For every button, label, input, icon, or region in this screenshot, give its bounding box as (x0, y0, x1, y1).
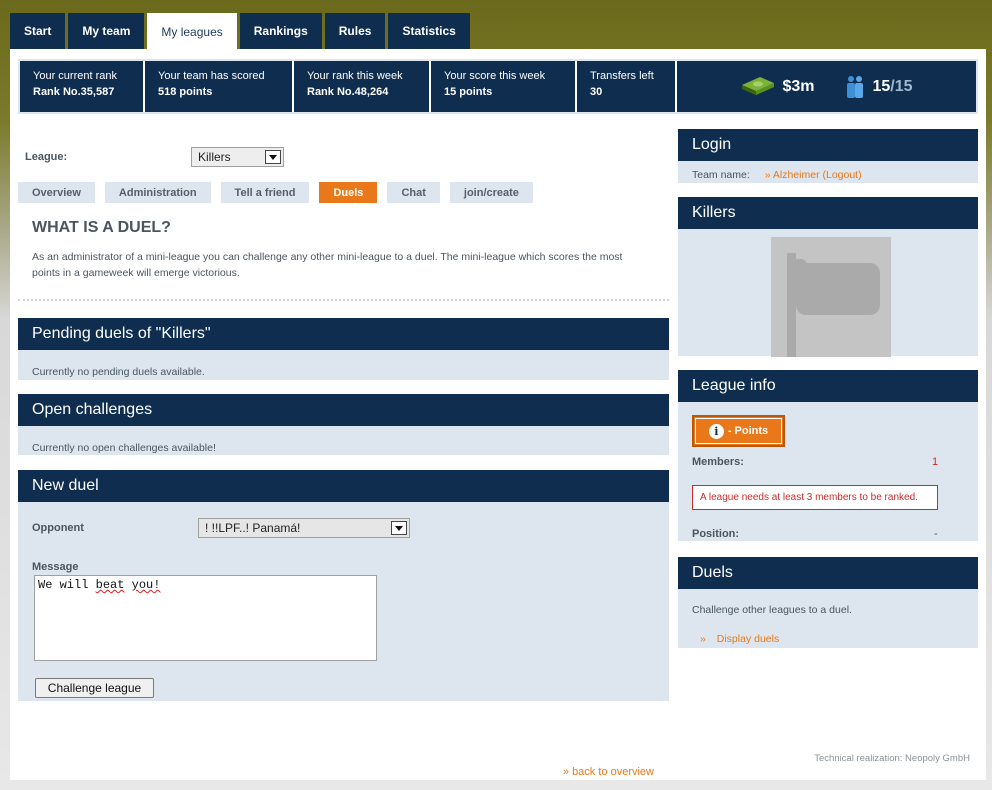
main-container: Your current rank Rank No.35,587 Your te… (10, 49, 986, 780)
points-button[interactable]: i - Points (692, 415, 785, 447)
league-panel-title: Killers (678, 197, 978, 229)
new-duel-title: New duel (18, 470, 669, 502)
week-rank-value: Rank No.48,264 (307, 86, 389, 98)
message-word: We (38, 578, 53, 592)
stats-bar: Your current rank Rank No.35,587 Your te… (18, 59, 978, 114)
team-scored-stat: Your team has scored 518 points (145, 61, 294, 112)
team-name-row: Team name: » Alzheimer (Logout) (692, 169, 862, 181)
subtab-tell-a-friend[interactable]: Tell a friend (220, 182, 310, 203)
league-select[interactable]: Killers (191, 147, 284, 167)
team-scored-value: 518 points (158, 86, 213, 98)
divider (18, 299, 669, 301)
money-stack-icon (742, 76, 775, 95)
tab-my-leagues[interactable]: My leagues (147, 13, 237, 50)
week-score-stat: Your score this week 15 points (431, 61, 577, 112)
league-select-value: Killers (198, 150, 231, 164)
position-value: - (934, 528, 938, 540)
dropdown-arrow-icon (265, 150, 281, 164)
transfers-label: Transfers left (590, 70, 654, 82)
login-panel: Login Team name: » Alzheimer (Logout) (678, 129, 978, 183)
members-value: 1 (932, 456, 939, 468)
players-current: 15 (872, 77, 891, 95)
new-duel-panel: New duel Opponent ! !!LPF..! Panamá! Mes… (18, 470, 669, 701)
technical-realization: Technical realization: Neopoly GmbH (814, 753, 970, 764)
subtab-chat[interactable]: Chat (387, 182, 440, 203)
pending-duels-panel: Pending duels of "Killers" Currently no … (18, 318, 669, 380)
info-icon: i (708, 423, 724, 439)
members-label: Members: (692, 456, 744, 468)
league-panel: Killers (678, 197, 978, 357)
team-scored-label: Your team has scored (158, 70, 265, 82)
subtab-join-create[interactable]: join/create (449, 182, 533, 203)
league-info-title: League info (678, 370, 978, 402)
week-score-label: Your score this week (444, 70, 546, 82)
league-subtabs: Overview Administration Tell a friend Du… (18, 182, 533, 203)
message-word: will (59, 578, 89, 592)
duel-intro-text: As an administrator of a mini-league you… (32, 251, 623, 279)
league-logo-placeholder (771, 237, 891, 357)
open-challenges-text: Currently no open challenges available! (32, 442, 216, 454)
budget-value: $3m (782, 77, 815, 95)
message-textarea[interactable]: We will beat you! (34, 575, 377, 661)
open-challenges-panel: Open challenges Currently no open challe… (18, 394, 669, 455)
week-rank-stat: Your rank this week Rank No.48,264 (294, 61, 431, 112)
opponent-label: Opponent (32, 522, 84, 534)
current-rank-label: Your current rank (33, 70, 117, 82)
chevron-right-icon: » (700, 633, 706, 645)
challenge-league-button[interactable]: Challenge league (35, 678, 154, 698)
pending-duels-title: Pending duels of "Killers" (18, 318, 669, 350)
display-duels-row: » Display duels (700, 633, 779, 645)
open-challenges-title: Open challenges (18, 394, 669, 426)
message-word: you! (131, 578, 161, 592)
players-total: /15 (890, 77, 913, 95)
team-name-link[interactable]: » Alzheimer (Logout) (765, 169, 862, 181)
subtab-duels[interactable]: Duels (319, 182, 378, 203)
ranking-warning: A league needs at least 3 members to be … (692, 485, 938, 510)
points-button-label: - Points (727, 425, 769, 437)
current-rank-value: Rank No.35,587 (33, 86, 115, 98)
league-selector-row: League: Killers (25, 146, 325, 168)
transfers-stat: Transfers left 30 (577, 61, 677, 112)
players-icon (847, 75, 864, 98)
squad-count: 15/15 (844, 75, 913, 99)
dropdown-arrow-icon (391, 521, 407, 535)
week-score-value: 15 points (444, 86, 493, 98)
tab-my-team[interactable]: My team (68, 13, 145, 49)
display-duels-link[interactable]: Display duels (717, 633, 779, 645)
duels-panel-text: Challenge other leagues to a duel. (692, 604, 852, 616)
flag-icon (787, 253, 880, 357)
position-label: Position: (692, 528, 740, 540)
opponent-select-value: ! !!LPF..! Panamá! (205, 521, 301, 535)
pending-duels-text: Currently no pending duels available. (32, 366, 205, 378)
duels-panel-title: Duels (678, 557, 978, 589)
duels-panel: Duels Challenge other leagues to a duel.… (678, 557, 978, 648)
subtab-administration[interactable]: Administration (104, 182, 211, 203)
tab-statistics[interactable]: Statistics (388, 13, 470, 49)
top-navigation: Start My team My leagues Rankings Rules … (10, 13, 470, 50)
current-rank-stat: Your current rank Rank No.35,587 (20, 61, 145, 112)
budget: $3m (740, 75, 814, 99)
duel-intro-title: WHAT IS A DUEL? (32, 219, 171, 236)
budget-area: $3m 15/15 (677, 61, 976, 112)
tab-start[interactable]: Start (10, 13, 66, 49)
tab-rules[interactable]: Rules (324, 13, 386, 49)
message-label: Message (32, 561, 79, 573)
message-word: beat (95, 578, 125, 592)
opponent-select[interactable]: ! !!LPF..! Panamá! (198, 518, 410, 538)
league-label: League: (25, 151, 68, 163)
tab-rankings[interactable]: Rankings (239, 13, 322, 49)
subtab-overview[interactable]: Overview (18, 182, 95, 203)
team-name-label: Team name: (692, 169, 750, 181)
week-rank-label: Your rank this week (307, 70, 403, 82)
login-title: Login (678, 129, 978, 161)
league-info-panel: League info i - Points Members: 1 A leag… (678, 370, 978, 541)
back-to-overview-link[interactable]: » back to overview (563, 766, 654, 778)
transfers-value: 30 (590, 86, 603, 98)
